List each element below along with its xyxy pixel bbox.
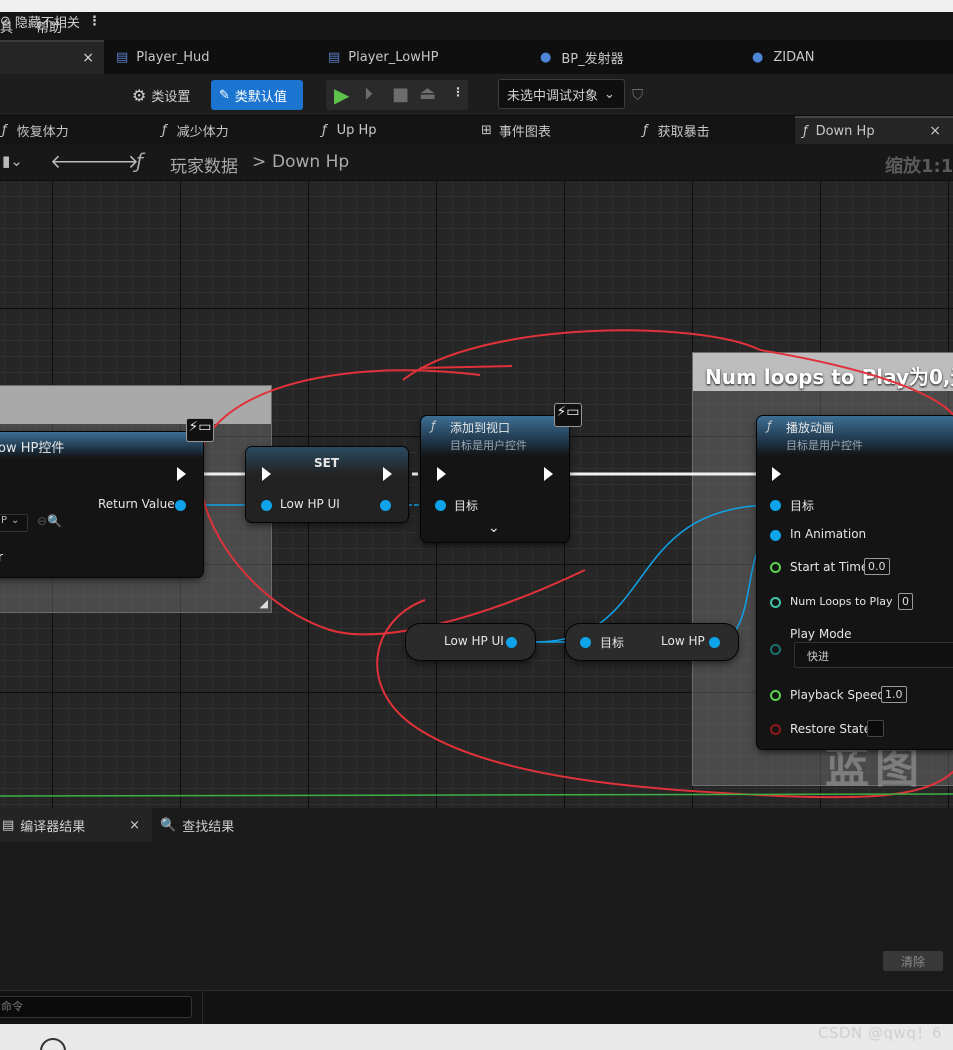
node-header: ƒ 播放动画 目标是用户控件 [757,416,953,456]
os-taskbar [0,1024,953,1050]
client-only-icon: ⚡▭ [554,403,582,427]
watermark: CSDN @qwq！6 [818,1024,942,1042]
node-title: 播放动画 [786,421,835,435]
graph-bottom-line [0,793,953,797]
start-at-time-pin[interactable] [770,562,781,573]
add-to-viewport-node[interactable]: ƒ 添加到视口 目标是用户控件 目标 ⌄ [421,416,569,542]
exec-out-pin[interactable] [383,467,392,481]
chevron-down-icon: ⌄ [11,515,20,526]
play-mode-pin[interactable] [770,644,781,655]
play-mode-value: 快进 [807,650,829,663]
set-pin-label: Low HP UI [280,497,340,511]
playback-speed-label: Playback Speed [790,688,885,702]
node-title: SET [314,456,340,470]
num-loops-label: Num Loops to Play [790,595,893,608]
exec-in-pin[interactable] [262,467,271,481]
num-loops-pin[interactable] [770,597,781,608]
close-icon[interactable]: × [129,818,140,833]
tab-compiler-results[interactable]: ▤ 编译器结果 × [0,808,152,842]
object-wire [534,504,776,643]
target-pin[interactable] [770,500,781,511]
play-mode-label: Play Mode [790,627,852,641]
browse-icon[interactable]: ⊖🔍 [37,514,62,528]
in-animation-pin[interactable] [770,530,781,541]
get-low-hp-node[interactable]: 目标 Low HP [566,624,738,660]
client-only-icon: ⚡▭ [186,418,214,442]
clear-button[interactable]: 清除 [883,951,943,971]
start-at-time-label: Start at Time [790,560,869,574]
return-value-pin[interactable] [175,500,186,511]
command-placeholder: 命令 [1,1000,23,1013]
restore-state-checkbox[interactable] [867,720,884,737]
value-out-pin[interactable] [709,637,720,648]
in-animation-label: In Animation [790,527,867,541]
command-bar: 命令 [0,990,953,1025]
value-out-pin[interactable] [506,637,517,648]
node-subtitle: 目标是用户控件 [786,439,863,452]
target-label: 目标 [454,499,479,513]
value-in-pin[interactable] [261,500,272,511]
taskbar-app-icon[interactable] [40,1038,66,1050]
target-label: 目标 [600,636,625,650]
tab-find-results[interactable]: 🔍 查找结果 [160,808,234,842]
function-icon: ƒ [767,419,772,433]
create-widget-node[interactable]: ow HP控件 Return Value P ⌄ ⊖🔍 r [0,432,203,577]
play-animation-node[interactable]: ƒ 播放动画 目标是用户控件 目标 In Animation Start at … [757,416,953,749]
node-title: 添加到视口 [450,421,511,435]
node-header: ow HP控件 [0,432,203,458]
target-pin[interactable] [435,500,446,511]
return-value-label: Return Value [98,497,175,511]
exec-out-pin[interactable] [177,467,186,481]
class-select-value: P [1,515,8,526]
function-icon: ƒ [431,419,436,433]
node-title: ow HP控件 [0,441,65,456]
divider [202,991,203,1025]
exec-in-pin[interactable] [772,467,781,481]
output-label: Low HP [661,634,705,648]
exec-out-pin[interactable] [544,467,553,481]
compiler-icon: ▤ [2,817,15,833]
search-icon: 🔍 [160,817,177,833]
target-label: 目标 [790,499,815,513]
tab-label: 编译器结果 [20,819,86,835]
set-variable-node[interactable]: SET Low HP UI [246,447,408,522]
play-mode-select[interactable]: 快进 [794,642,953,668]
command-input[interactable]: 命令 [0,996,192,1018]
annotation-stroke [419,365,513,369]
node-subtitle: 目标是用户控件 [450,439,527,452]
value-out-pin[interactable] [380,500,391,511]
node-header: ƒ 添加到视口 目标是用户控件 [421,416,569,456]
chevron-down-icon[interactable]: ⌄ [488,520,500,536]
start-at-time-field[interactable]: 0.0 [864,558,890,575]
class-select[interactable]: P ⌄ [0,514,28,532]
tab-label: 查找结果 [182,819,235,835]
playback-speed-field[interactable]: 1.0 [881,686,907,703]
owner-label: r [0,550,3,564]
var-label: Low HP UI [444,634,504,648]
target-pin[interactable] [580,637,591,648]
get-low-hp-ui-node[interactable]: Low HP UI [406,624,535,660]
num-loops-field[interactable]: 0 [898,593,913,610]
restore-state-pin[interactable] [770,724,781,735]
playback-speed-pin[interactable] [770,690,781,701]
restore-state-label: Restore State [790,722,872,736]
exec-in-pin[interactable] [437,467,446,481]
